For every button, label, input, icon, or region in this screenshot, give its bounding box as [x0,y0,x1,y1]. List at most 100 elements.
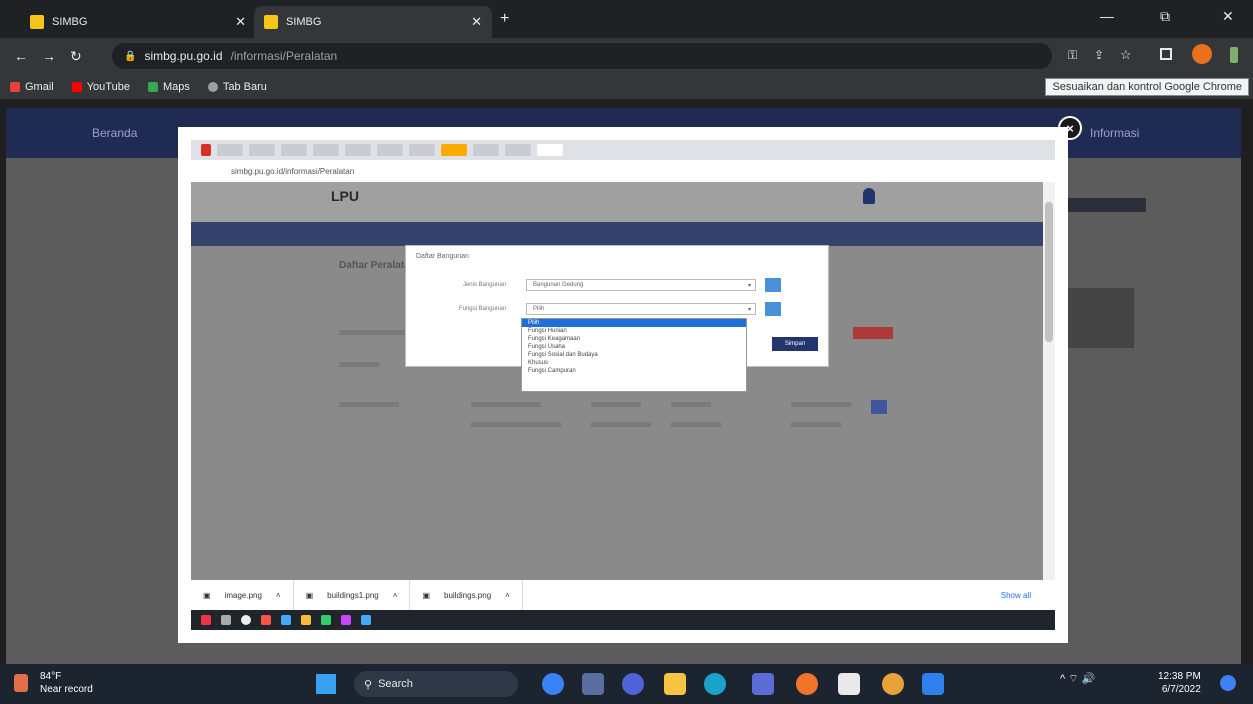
new-tab-button[interactable]: + [500,10,509,28]
file-icon: ▣ [203,590,211,600]
placeholder-text [671,402,711,407]
dropdown-option: Fungsi Keagamaan [528,336,581,342]
reload-icon[interactable]: ↻ [70,48,82,65]
fungsi-dropdown-list: Pilih Fungsi Hunian Fungsi Keagamaan Fungsi… [521,318,747,392]
submit-button[interactable]: Simpan [772,337,818,351]
close-window-button[interactable]: ✕ [1222,8,1234,25]
inner-logo: LPU [331,188,359,204]
app-icon [221,615,231,625]
inner-tab-strip [191,140,1055,160]
notepad-icon[interactable] [838,673,860,695]
weather-icon [14,674,28,692]
inner-navbar [191,222,1043,246]
start-button[interactable] [316,674,336,694]
chrome-icon[interactable] [882,673,904,695]
date: 6/7/2022 [1161,684,1201,695]
app-icon [281,615,291,625]
inner-tab [217,144,243,156]
side-panel-icon[interactable] [1160,48,1172,60]
nav-beranda[interactable]: Beranda [92,126,137,140]
address-toolbar: ← → ↻ 🔒 simbg.pu.go.id /informasi/Perala… [0,38,1253,74]
bookmark-label: Maps [162,80,190,93]
forward-icon[interactable]: → [42,48,56,64]
chevron-up-icon: ˄ [392,590,398,600]
inner-scrollbar [1043,182,1055,580]
download-item: ▣ buildings1.png ˄ [294,580,411,610]
task-view-icon[interactable] [542,673,564,695]
browser-tab-1[interactable]: SIMBG ✕ [20,6,256,38]
dropdown-option: Fungsi Usaha [528,344,566,350]
bookmark-new-tab[interactable]: Tab Baru [207,80,267,93]
system-tray[interactable]: ^ ⌔ 🔊 [1060,672,1095,686]
tab-close-icon[interactable]: ✕ [471,14,482,30]
jenis-bangunan-select[interactable]: Bangunan Gedung ▾ [526,279,756,291]
url-host: simbg.pu.go.id [144,49,223,63]
file-icon: ▣ [305,590,314,600]
weather-widget[interactable]: 84°F Near record [40,670,93,696]
placeholder-text [339,362,379,367]
scroll-thumb [1045,202,1053,342]
nav-informasi[interactable]: Informasi [1090,126,1139,140]
download-item: ▣ image.png ˄ [191,580,294,610]
field-label-fungsi: Fungsi Bangunan [458,306,506,312]
inner-taskbar [191,610,1055,630]
chat-icon[interactable] [622,673,644,695]
inner-tab [441,144,467,156]
inner-tab [473,144,499,156]
bookmark-label: Tab Baru [222,80,267,93]
tab-close-icon[interactable]: ✕ [235,14,246,30]
clock[interactable]: 12:38 PM 6/7/2022 [1158,670,1201,696]
select-value: Bangunan Gedung [533,282,584,288]
edge-icon[interactable] [704,673,726,695]
field-label-jenis: Jenis Bangunan [462,282,506,288]
store-icon[interactable] [752,673,774,695]
inner-tab [281,144,307,156]
add-icon-button[interactable] [765,302,781,316]
address-bar[interactable]: 🔒 simbg.pu.go.id /informasi/Peralatan [112,43,1052,69]
inner-tab [313,144,339,156]
inner-tab [249,144,275,156]
firefox-icon[interactable] [796,673,818,695]
file-explorer-icon[interactable] [664,673,686,695]
fungsi-bangunan-select[interactable]: Pilih ▾ [526,303,756,315]
placeholder-text [471,402,541,407]
inner-tab [377,144,403,156]
placeholder-text [471,422,561,427]
chrome-menu-icon[interactable] [1230,47,1238,63]
search-icon: ⚲ [364,678,373,691]
back-icon[interactable]: ← [14,48,28,64]
dropdown-option: Pilih [522,319,746,327]
add-icon-button[interactable] [765,278,781,292]
app-icon [241,615,251,625]
app-icon [341,615,351,625]
inner-header [191,182,1043,222]
share-icon[interactable]: ⇪ [1094,48,1104,62]
gmail-icon [10,81,20,92]
inner-tab [345,144,371,156]
bookmark-star-icon[interactable]: ☆ [1120,47,1132,63]
modal-title: Daftar Bangunan [416,253,469,260]
placeholder-text [791,402,851,407]
minimize-button[interactable]: — [1100,8,1114,24]
placeholder-text [591,402,641,407]
chevron-up-icon: ˄ [275,590,281,600]
user-icon [863,188,875,204]
maximize-button[interactable]: ⧉ [1160,8,1170,25]
background-panel [1066,288,1134,348]
taskbar-search[interactable]: ⚲ Search [354,671,518,697]
bookmark-gmail[interactable]: Gmail [10,81,54,93]
key-icon[interactable]: ⚿ [1068,48,1077,63]
tab-title: SIMBG [286,16,322,28]
app-icon [361,615,371,625]
notification-icon[interactable] [1220,675,1236,691]
mail-icon[interactable] [922,673,944,695]
placeholder-text [591,422,651,427]
simbg-favicon-icon [264,15,278,29]
dropdown-option: Fungsi Campuran [528,368,576,374]
bookmark-maps[interactable]: Maps [147,80,190,93]
widgets-icon[interactable] [582,673,604,695]
avatar[interactable] [1192,44,1212,64]
placeholder-text [339,330,409,335]
bookmark-youtube[interactable]: YouTube [71,81,130,93]
browser-tab-2[interactable]: SIMBG ✕ [254,6,492,38]
